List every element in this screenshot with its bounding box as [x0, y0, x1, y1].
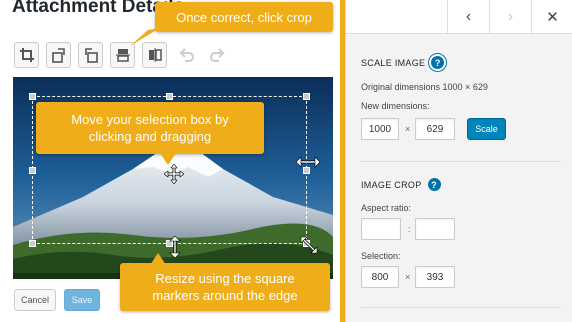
- flip-vertical-icon: [115, 49, 130, 62]
- save-button[interactable]: Save: [64, 289, 100, 311]
- scale-width-input[interactable]: 1000: [361, 118, 399, 140]
- vertical-resize-cursor-icon: [169, 236, 181, 258]
- undo-icon: [179, 48, 194, 62]
- diagonal-resize-cursor-icon: [300, 236, 318, 254]
- resize-handle-nw[interactable]: [29, 93, 36, 100]
- horizontal-resize-cursor-icon: [296, 156, 320, 168]
- resize-tooltip: Resize using the square markers around t…: [120, 263, 330, 311]
- cancel-button[interactable]: Cancel: [14, 289, 56, 311]
- crop-tooltip: Once correct, click crop: [155, 2, 333, 32]
- scale-image-heading: SCALE IMAGE ?: [361, 56, 445, 69]
- selection-label: Selection:: [361, 251, 401, 261]
- selection-width-input[interactable]: 800: [361, 266, 399, 288]
- colon-separator: :: [408, 224, 411, 234]
- resize-tooltip-text: Resize using the square markers around t…: [152, 271, 298, 303]
- redo-button[interactable]: [204, 42, 229, 68]
- image-settings-sidebar: ‹ › ✕ SCALE IMAGE ? Original dimensions …: [345, 0, 572, 322]
- image-crop-heading-text: IMAGE CROP: [361, 179, 422, 190]
- image-crop-heading: IMAGE CROP ?: [361, 178, 441, 191]
- times-separator: ×: [405, 272, 411, 282]
- redo-icon: [209, 48, 224, 62]
- aspect-ratio-width-input[interactable]: [361, 218, 401, 240]
- section-divider: [361, 161, 561, 162]
- previous-button[interactable]: ‹: [447, 0, 489, 34]
- resize-handle-ne[interactable]: [303, 93, 310, 100]
- rotate-right-icon: [84, 48, 98, 63]
- scale-height-input[interactable]: 629: [415, 118, 455, 140]
- resize-handle-w[interactable]: [29, 167, 36, 174]
- move-cursor-icon: [164, 164, 184, 184]
- close-button[interactable]: ✕: [531, 0, 572, 34]
- chevron-left-icon: ‹: [465, 8, 472, 25]
- help-icon[interactable]: ?: [427, 178, 441, 191]
- move-tooltip-text: Move your selection box by clicking and …: [71, 112, 229, 144]
- move-tooltip-tail: [160, 153, 176, 165]
- rotate-right-button[interactable]: [78, 42, 103, 68]
- new-dimensions-label: New dimensions:: [361, 101, 430, 111]
- scale-image-heading-text: SCALE IMAGE: [361, 57, 426, 68]
- undo-button[interactable]: [174, 42, 199, 68]
- original-dimensions: Original dimensions 1000 × 629: [361, 82, 488, 92]
- chevron-right-icon: ›: [507, 8, 514, 25]
- rotate-left-icon: [51, 48, 65, 63]
- aspect-ratio-label: Aspect ratio:: [361, 203, 412, 213]
- crop-icon: [19, 48, 34, 62]
- section-divider: [361, 307, 561, 308]
- flip-horizontal-icon: [148, 48, 162, 62]
- scale-button[interactable]: Scale: [467, 118, 506, 140]
- aspect-ratio-height-input[interactable]: [415, 218, 455, 240]
- rotate-left-button[interactable]: [46, 42, 71, 68]
- help-icon[interactable]: ?: [431, 56, 445, 69]
- resize-tooltip-tail: [150, 253, 166, 265]
- next-button[interactable]: ›: [489, 0, 531, 34]
- sidebar-nav: ‹ › ✕: [346, 0, 572, 34]
- move-tooltip: Move your selection box by clicking and …: [36, 102, 264, 154]
- crop-tooltip-tail: [130, 28, 160, 46]
- resize-handle-sw[interactable]: [29, 240, 36, 247]
- selection-height-input[interactable]: 393: [415, 266, 455, 288]
- resize-handle-n[interactable]: [166, 93, 173, 100]
- times-separator: ×: [405, 124, 411, 134]
- close-icon: ✕: [546, 9, 559, 26]
- crop-button[interactable]: [14, 42, 39, 68]
- crop-tooltip-text: Once correct, click crop: [176, 9, 312, 25]
